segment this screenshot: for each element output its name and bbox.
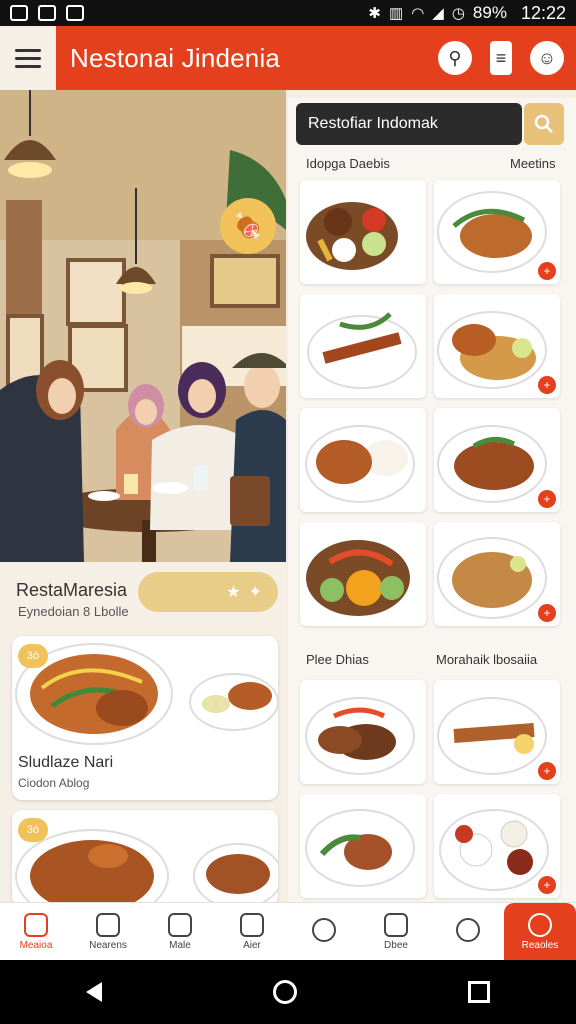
- dish-card[interactable]: +: [434, 294, 560, 398]
- dish-card[interactable]: [300, 522, 426, 626]
- add-icon[interactable]: +: [538, 376, 556, 394]
- restaurant-info: RestaMaresia Eynedoian 8 Lbolle ★ ✦ 3ò S…: [0, 562, 286, 906]
- section-title: Idopga Daebis: [306, 156, 390, 171]
- profile-icon: [528, 912, 552, 937]
- tab-add[interactable]: [432, 903, 504, 960]
- vibrate-icon: ▥: [389, 5, 404, 22]
- add-circle-icon: [456, 918, 480, 942]
- hamburger-icon[interactable]: [0, 26, 56, 90]
- search-icon[interactable]: [524, 103, 564, 145]
- gallery-icon: [10, 5, 28, 21]
- home-icon: [24, 912, 48, 937]
- dish-card[interactable]: +: [434, 680, 560, 784]
- recent-apps-icon[interactable]: [468, 981, 491, 1003]
- add-icon[interactable]: +: [538, 262, 556, 280]
- add-icon[interactable]: +: [538, 604, 556, 622]
- menu-panel: Restofiar Indomak Idopga Daebis Meetins …: [288, 98, 576, 902]
- add-icon[interactable]: +: [538, 876, 556, 894]
- alarm-icon: ◷: [451, 5, 465, 22]
- system-nav-bar: [0, 960, 576, 1024]
- dish-card[interactable]: +: [434, 180, 560, 284]
- tab-box[interactable]: Male: [144, 903, 216, 960]
- app-title: Nestonai Jindenia: [70, 42, 281, 73]
- photo-icon: [38, 5, 56, 21]
- dish-title: Sludlaze Nari: [18, 754, 114, 771]
- dish-card[interactable]: [300, 180, 426, 284]
- rating-button[interactable]: ★ ✦: [138, 572, 278, 612]
- battery-level: 89%: [472, 3, 507, 22]
- section-link[interactable]: Morahaik lbosaiia: [436, 652, 537, 667]
- app-header: Nestonai Jindenia ⚲ ≡ ☺: [0, 26, 576, 90]
- restaurant-illustration: 🍖: [0, 90, 286, 562]
- clock: 12:22: [520, 2, 566, 23]
- featured-dish-card[interactable]: 3ò: [12, 810, 278, 906]
- plus-badge-icon: [312, 918, 336, 942]
- dish-tag: 3ò: [18, 818, 48, 842]
- search-input[interactable]: Restofiar Indomak: [296, 103, 522, 145]
- sparkle-icon: ✦: [248, 584, 262, 601]
- home-button-icon[interactable]: [272, 980, 297, 1004]
- restaurant-name: RestaMaresia: [16, 580, 128, 600]
- person-icon: [240, 912, 264, 937]
- add-icon[interactable]: +: [538, 490, 556, 508]
- section-title: Plee Dhias: [306, 652, 369, 667]
- wifi-icon: ◠: [411, 5, 425, 22]
- dish-card[interactable]: [300, 294, 426, 398]
- box-icon: [168, 912, 192, 937]
- dish-card[interactable]: [300, 408, 426, 512]
- profile-icon[interactable]: ☺: [530, 41, 564, 75]
- add-icon[interactable]: +: [538, 762, 556, 780]
- dish-card[interactable]: [300, 680, 426, 784]
- bottom-tab-bar: Meaioa Nearens Male Aier Dbee Reaoles: [0, 902, 576, 960]
- menu-grid-icon: [384, 912, 408, 937]
- tab-person[interactable]: Aier: [216, 903, 288, 960]
- tab-notes[interactable]: Nearens: [72, 903, 144, 960]
- featured-dish-card[interactable]: 3ò Sludlaze Nari Ciodon Ablog: [12, 636, 278, 800]
- meat-icon[interactable]: 🍖: [220, 198, 276, 254]
- star-icon: ★: [226, 584, 241, 601]
- dish-subtitle: Ciodon Ablog: [18, 776, 90, 790]
- dish-card[interactable]: [300, 794, 426, 898]
- dish-card[interactable]: +: [434, 794, 560, 898]
- food-search-icon[interactable]: ⚲: [438, 41, 472, 75]
- tab-home[interactable]: Meaioa: [0, 903, 72, 960]
- restaurant-subtitle: Eynedoian 8 Lbolle: [18, 604, 129, 619]
- status-bar: ✱ ▥ ◠ ◢ ◷ 89% 12:22: [0, 0, 576, 26]
- back-icon[interactable]: [85, 982, 102, 1002]
- bluetooth-icon: ✱: [368, 5, 381, 22]
- dish-tag: 3ò: [18, 644, 48, 668]
- signal-icon: ◢: [432, 5, 444, 22]
- app-notification-icon: [66, 5, 84, 21]
- tab-profile[interactable]: Reaoles: [504, 903, 576, 960]
- tab-badge[interactable]: [288, 903, 360, 960]
- document-icon[interactable]: ≡: [490, 41, 512, 75]
- notes-icon: [96, 912, 120, 937]
- dish-card[interactable]: +: [434, 408, 560, 512]
- dish-card[interactable]: +: [434, 522, 560, 626]
- section-link[interactable]: Meetins: [510, 156, 556, 171]
- tab-grid[interactable]: Dbee: [360, 903, 432, 960]
